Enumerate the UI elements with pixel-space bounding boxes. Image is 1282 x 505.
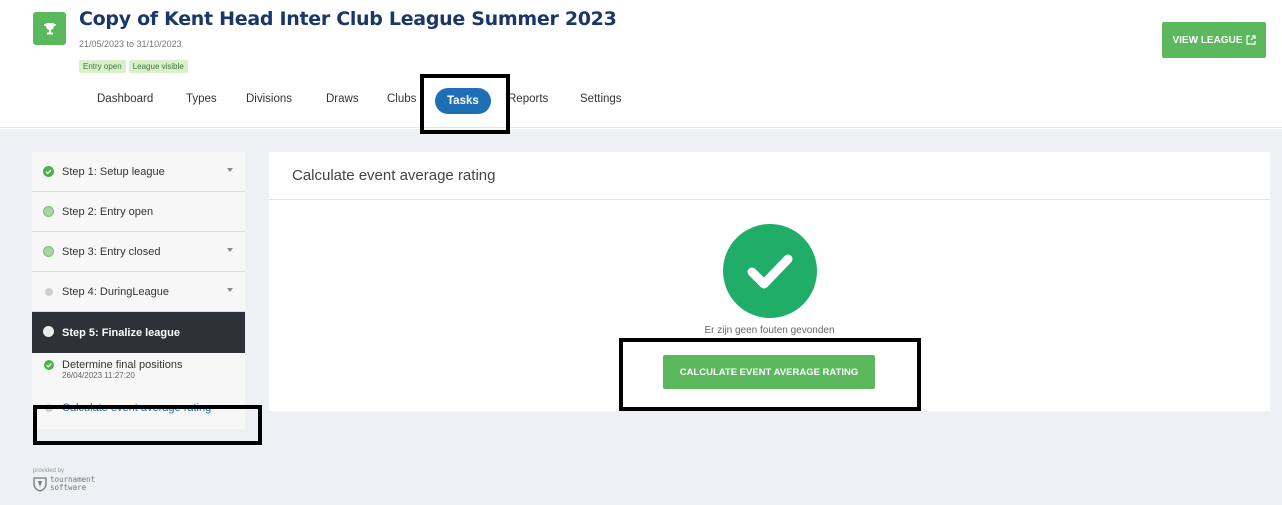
tab-draws[interactable]: Draws	[326, 93, 359, 105]
league-dates: 21/05/2023 to 31/10/2023	[79, 39, 182, 49]
circle-icon	[45, 404, 53, 412]
subtask-determine-final-positions[interactable]: Determine final positions 26/04/2023 11:…	[32, 353, 245, 393]
step-label: Step 1: Setup league	[62, 165, 165, 178]
check-circle-icon	[43, 166, 54, 177]
external-link-icon	[1245, 35, 1256, 45]
panel-title: Calculate event average rating	[269, 152, 1270, 200]
tab-tasks[interactable]: Tasks	[435, 88, 491, 114]
shield-icon	[33, 476, 47, 492]
logo-text-line2: software	[50, 483, 87, 492]
circle-icon	[43, 206, 54, 217]
subtask-label[interactable]: Calculate event average rating	[62, 402, 211, 414]
circle-icon	[45, 288, 53, 296]
tab-bar: Dashboard Types Divisions Draws Clubs Ta…	[0, 88, 800, 118]
subtask-timestamp: 26/04/2023 11:27:20	[62, 371, 135, 380]
subtask-label: Determine final positions	[62, 359, 183, 371]
step-label: Step 3: Entry closed	[62, 245, 161, 258]
checkmark-icon	[723, 224, 817, 318]
step-finalize-league[interactable]: Step 5: Finalize league	[32, 312, 245, 358]
no-errors-message: Er zijn geen fouten gevonden	[704, 325, 835, 336]
task-steps-sidebar: Step 1: Setup league Step 2: Entry open …	[32, 152, 245, 429]
status-badge-entry-open: Entry open	[79, 60, 126, 73]
trophy-icon	[33, 12, 66, 45]
calculate-event-average-rating-button[interactable]: CALCULATE EVENT AVERAGE RATING	[663, 355, 875, 389]
tab-clubs[interactable]: Clubs	[387, 93, 416, 105]
tab-divisions[interactable]: Divisions	[246, 93, 292, 105]
subtask-calculate-event-average-rating[interactable]: Calculate event average rating	[32, 393, 245, 429]
league-title: Copy of Kent Head Inter Club League Summ…	[79, 8, 617, 30]
tab-settings[interactable]: Settings	[580, 93, 622, 105]
status-badges: Entry open League visible	[79, 60, 188, 73]
status-badge-league-visible: League visible	[128, 60, 188, 73]
chevron-down-icon[interactable]	[227, 168, 233, 172]
view-league-button[interactable]: VIEW LEAGUE	[1162, 22, 1266, 58]
check-circle-icon	[44, 360, 54, 370]
tab-dashboard[interactable]: Dashboard	[97, 93, 153, 105]
step-label: Step 2: Entry open	[62, 205, 154, 218]
tab-reports[interactable]: Reports	[508, 93, 548, 105]
chevron-down-icon[interactable]	[227, 248, 233, 252]
tournament-software-logo: tournament software	[33, 476, 95, 492]
step-setup-league[interactable]: Step 1: Setup league	[32, 152, 245, 192]
step-label: Step 5: Finalize league	[62, 326, 180, 339]
chevron-down-icon[interactable]	[227, 288, 233, 292]
tab-types[interactable]: Types	[186, 93, 217, 105]
step-entry-open[interactable]: Step 2: Entry open	[32, 192, 245, 232]
league-header: Copy of Kent Head Inter Club League Summ…	[0, 0, 1282, 128]
step-entry-closed[interactable]: Step 3: Entry closed	[32, 232, 245, 272]
circle-icon	[43, 326, 54, 337]
circle-icon	[43, 246, 54, 257]
view-league-label: VIEW LEAGUE	[1172, 34, 1243, 46]
content-area: Step 1: Setup league Step 2: Entry open …	[0, 129, 1282, 505]
step-label: Step 4: DuringLeague	[62, 285, 170, 298]
task-panel: Calculate event average rating Er zijn g…	[269, 152, 1270, 411]
step-during-league[interactable]: Step 4: DuringLeague	[32, 272, 245, 312]
provided-by-label: provided by	[33, 468, 65, 474]
